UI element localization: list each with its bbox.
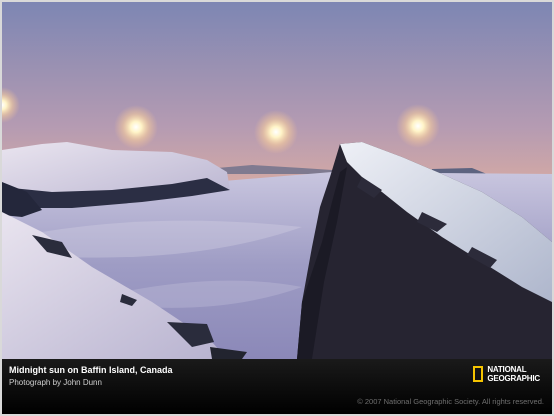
sun-center: [254, 110, 298, 154]
photo-title: Midnight sun on Baffin Island, Canada: [9, 365, 173, 375]
sun-left: [114, 105, 158, 149]
copyright-notice: © 2007 National Geographic Society. All …: [357, 397, 544, 406]
photo-credit: Photograph by John Dunn: [9, 378, 102, 387]
sun-right: [396, 104, 440, 148]
landscape-photo: [2, 2, 552, 359]
national-geographic-logo: NATIONAL GEOGRAPHIC: [473, 365, 540, 383]
yellow-border-icon: [473, 366, 484, 382]
logo-line-1: NATIONAL: [487, 365, 527, 374]
logo-line-2: GEOGRAPHIC: [487, 374, 540, 383]
caption-bar: Midnight sun on Baffin Island, Canada Ph…: [2, 359, 552, 414]
logo-wordmark: NATIONAL GEOGRAPHIC: [487, 365, 540, 383]
wallpaper-frame: Midnight sun on Baffin Island, Canada Ph…: [0, 0, 554, 416]
